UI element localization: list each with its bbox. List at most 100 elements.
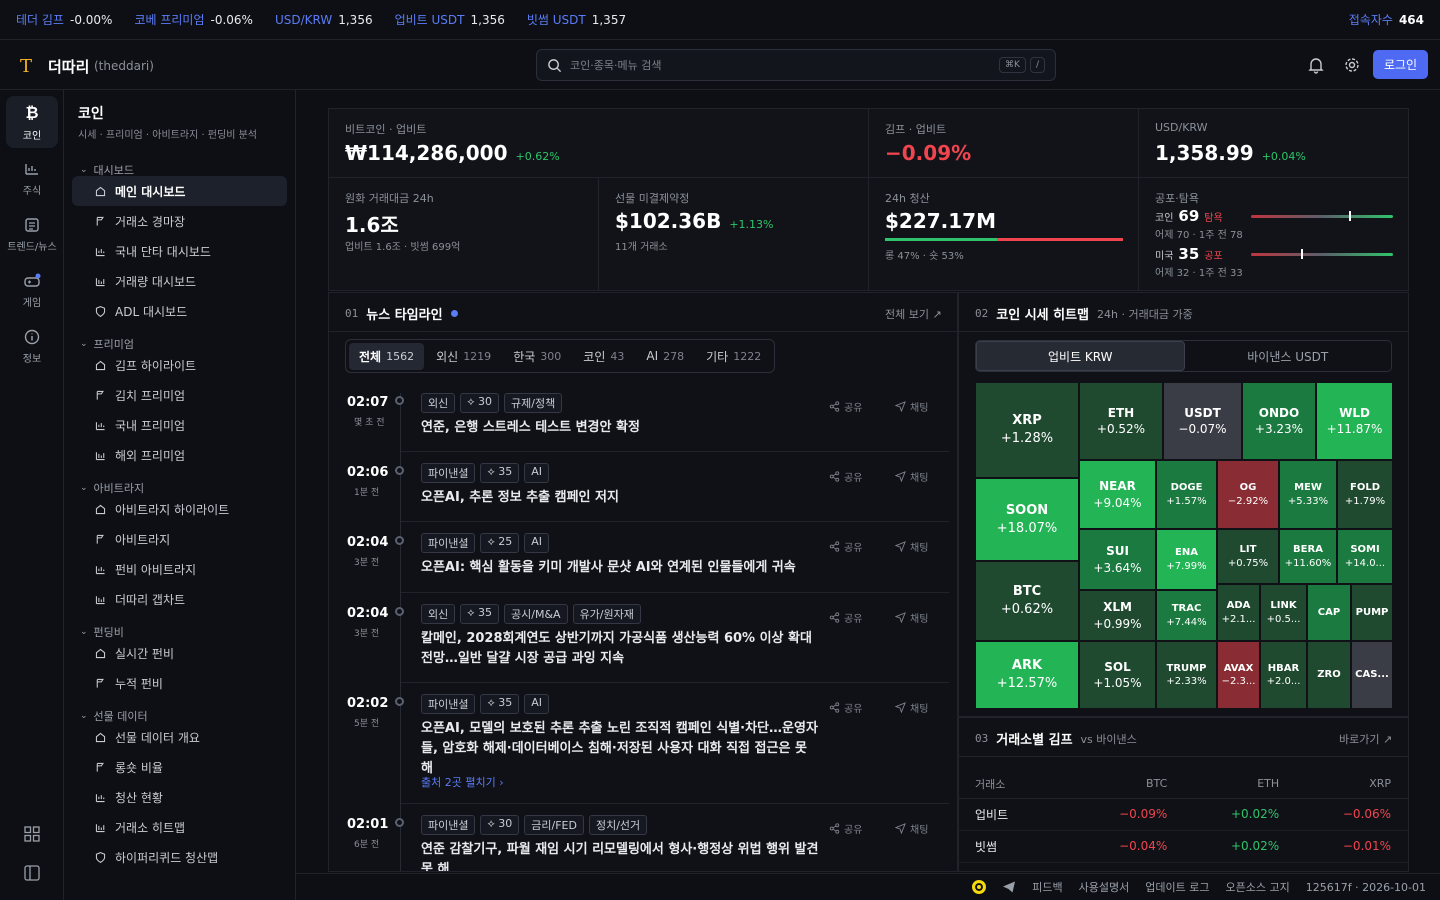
ticker-bithumb-usdt[interactable]: 빗썸 USDT 1,357 [527, 11, 626, 28]
heatmap-cell[interactable]: OG −2.92% [1217, 460, 1279, 529]
heatmap-cell[interactable]: SOON +18.07% [975, 478, 1079, 561]
sidebar-item-1-2[interactable]: 국내 프리미엄 [72, 410, 287, 440]
chat-button[interactable]: 채팅 [895, 399, 928, 414]
chat-button[interactable]: 채팅 [895, 821, 928, 836]
volume-card[interactable]: 원화 거래대금 24h 1.6조 업비트 1.6조 · 빗썸 699억 [328, 177, 599, 291]
heatmap-cell[interactable]: HBAR +2.0... [1260, 641, 1307, 709]
ticker-usdkrw[interactable]: USD/KRW 1,356 [275, 13, 373, 27]
rail-game[interactable]: 게임 [6, 264, 58, 316]
chat-button[interactable]: 채팅 [895, 539, 928, 554]
footer-manual-link[interactable]: 사용설명서 [1079, 879, 1130, 895]
tab-upbit-krw[interactable]: 업비트 KRW [976, 341, 1185, 371]
share-button[interactable]: 공유 [829, 610, 862, 625]
chat-button[interactable]: 채팅 [895, 610, 928, 625]
news-view-all-link[interactable]: 전체 보기 ↗ [885, 306, 942, 322]
heatmap-cell[interactable]: ETH +0.52% [1079, 382, 1163, 460]
news-filter-tab[interactable]: 기타 1222 [696, 343, 771, 370]
news-tag[interactable]: ⟡ 35 [480, 694, 520, 714]
kakao-icon[interactable] [972, 880, 987, 894]
sidebar-item-4-4[interactable]: 하이퍼리퀴드 청산맵 [72, 842, 287, 872]
news-tag[interactable]: 외신 [421, 393, 456, 413]
share-button[interactable]: 공유 [829, 700, 862, 715]
collapse-sidebar-icon[interactable] [23, 864, 41, 882]
news-tag[interactable]: 파이낸셜 [421, 694, 476, 714]
sidebar-item-0-1[interactable]: 거래소 경마장 [72, 206, 287, 236]
sidebar-item-2-0[interactable]: 아비트라지 하이라이트 [72, 494, 287, 524]
fear-greed-card[interactable]: 공포·탐욕 코인 69 탐욕 어제 70 · 1주 전 78 미국 35 공포 … [1138, 177, 1409, 291]
news-tag[interactable]: 공시/M&A [504, 604, 568, 624]
sidebar-item-3-0[interactable]: 실시간 펀비 [72, 638, 287, 668]
share-button[interactable]: 공유 [829, 399, 862, 414]
heatmap-cell[interactable]: SOMI +14.0... [1337, 529, 1393, 584]
heatmap-cell[interactable]: FOLD +1.79% [1337, 460, 1393, 529]
news-tag[interactable]: AI [524, 463, 550, 483]
heatmap-cell[interactable]: TRUMP +2.33% [1156, 641, 1217, 709]
table-row[interactable]: 빗썸 −0.04% +0.02% −0.01% [959, 830, 1408, 863]
heatmap-cell[interactable]: MEW +5.33% [1279, 460, 1337, 529]
rail-stock[interactable]: 주식 [6, 152, 58, 204]
news-headline[interactable]: 오픈AI, 추론 정보 추출 캠페인 저지 [421, 488, 821, 508]
heatmap-cell[interactable]: LINK +0.5... [1260, 584, 1307, 641]
btc-price-card[interactable]: 비트코인 · 업비트 ₩114,286,000 +0.62% [328, 108, 869, 178]
sidebar-item-0-0[interactable]: 메인 대시보드 [72, 176, 287, 206]
footer-oss-link[interactable]: 오픈소스 고지 [1226, 879, 1290, 895]
sidebar-item-4-0[interactable]: 선물 데이터 개요 [72, 722, 287, 752]
heatmap-cell[interactable]: USDT −0.07% [1163, 382, 1242, 460]
sidebar-item-0-2[interactable]: 국내 단타 대시보드 [72, 236, 287, 266]
brand-name[interactable]: 더따리 [48, 56, 89, 77]
news-filter-tab[interactable]: 한국 300 [503, 343, 571, 370]
sidebar-item-4-1[interactable]: 롱숏 비율 [72, 752, 287, 782]
search-input[interactable] [570, 58, 996, 72]
heatmap-cell[interactable]: LIT +0.75% [1217, 529, 1279, 584]
bell-icon[interactable] [1307, 56, 1325, 74]
news-headline[interactable]: 연준 감찰기구, 파월 재임 시기 리모델링에서 형사·행정상 위법 행위 발견… [421, 840, 821, 871]
kimp-goto-link[interactable]: 바로가기 ↗ [1339, 731, 1392, 747]
share-button[interactable]: 공유 [829, 469, 862, 484]
footer-changelog-link[interactable]: 업데이트 로그 [1145, 879, 1209, 895]
ticker-upbit-usdt[interactable]: 업비트 USDT 1,356 [395, 11, 505, 28]
share-button[interactable]: 공유 [829, 539, 862, 554]
heatmap-cell[interactable]: WLD +11.87% [1316, 382, 1393, 460]
ticker-tether-kimp[interactable]: 테더 김프 -0.00% [16, 11, 112, 28]
news-filter-tab[interactable]: 코인 43 [573, 343, 634, 370]
sidebar-item-1-0[interactable]: 김프 하이라이트 [72, 350, 287, 380]
heatmap-cell[interactable]: ADA +2.1... [1217, 584, 1260, 641]
news-tag[interactable]: ⟡ 25 [480, 533, 520, 553]
rail-info[interactable]: 정보 [6, 320, 58, 372]
heatmap-cell[interactable]: BTC +0.62% [975, 561, 1079, 641]
news-tag[interactable]: ⟡ 35 [460, 604, 500, 624]
heatmap-cell[interactable]: DOGE +1.57% [1156, 460, 1217, 529]
sidebar-item-4-2[interactable]: 청산 현황 [72, 782, 287, 812]
expand-sources-link[interactable]: 출처 2곳 펼치기 › [421, 774, 504, 790]
liquidation-card[interactable]: 24h 청산 $227.17M 롱 47% · 숏 53% [868, 177, 1139, 291]
sidebar-item-0-3[interactable]: 거래량 대시보드 [72, 266, 287, 296]
gear-icon[interactable] [1343, 56, 1361, 74]
chat-button[interactable]: 채팅 [895, 700, 928, 715]
share-button[interactable]: 공유 [829, 821, 862, 836]
news-headline[interactable]: 연준, 은행 스트레스 테스트 변경안 확정 [421, 418, 821, 438]
kimp-card[interactable]: 김프 · 업비트 −0.09% [868, 108, 1139, 178]
oi-card[interactable]: 선물 미결제약정 $102.36B +1.13% 11개 거래소 [598, 177, 869, 291]
ticker-coinbase-premium[interactable]: 코베 프리미엄 -0.06% [134, 11, 253, 28]
sidebar-item-1-1[interactable]: 김치 프리미엄 [72, 380, 287, 410]
rail-news[interactable]: 트렌드/뉴스 [6, 208, 58, 260]
heatmap-cell[interactable]: TRAC +7.44% [1156, 590, 1217, 641]
news-tag[interactable]: 유가/원자재 [572, 604, 641, 624]
rail-coin[interactable]: ₿ 코인 [6, 96, 58, 148]
footer-feedback-link[interactable]: 피드백 [1032, 879, 1062, 895]
heatmap-cell[interactable]: XRP +1.28% [975, 382, 1079, 478]
sidebar-item-0-4[interactable]: ADL 대시보드 [72, 296, 287, 326]
heatmap-cell[interactable]: CAP [1307, 584, 1351, 641]
news-headline[interactable]: 오픈AI, 모델의 보호된 추론 추출 노린 조직적 캠페인 식별·차단…운영자… [421, 719, 821, 779]
login-button[interactable]: 로그인 [1373, 50, 1428, 79]
news-tag[interactable]: 파이낸셜 [421, 463, 476, 483]
news-filter-tab[interactable]: AI 278 [636, 343, 694, 370]
sidebar-item-2-3[interactable]: 더따리 갭차트 [72, 584, 287, 614]
news-headline[interactable]: 칼메인, 2028회계연도 상반기까지 가공식품 생산능력 60% 이상 확대 … [421, 629, 821, 669]
heatmap-cell[interactable]: BERA +11.60% [1279, 529, 1337, 584]
sidebar-item-1-3[interactable]: 해외 프리미엄 [72, 440, 287, 470]
table-row[interactable]: 업비트 −0.09% +0.02% −0.06% [959, 798, 1408, 831]
heatmap-cell[interactable]: CAS... [1351, 641, 1393, 709]
tab-binance-usdt[interactable]: 바이낸스 USDT [1185, 341, 1392, 371]
heatmap-cell[interactable]: ONDO +3.23% [1242, 382, 1316, 460]
